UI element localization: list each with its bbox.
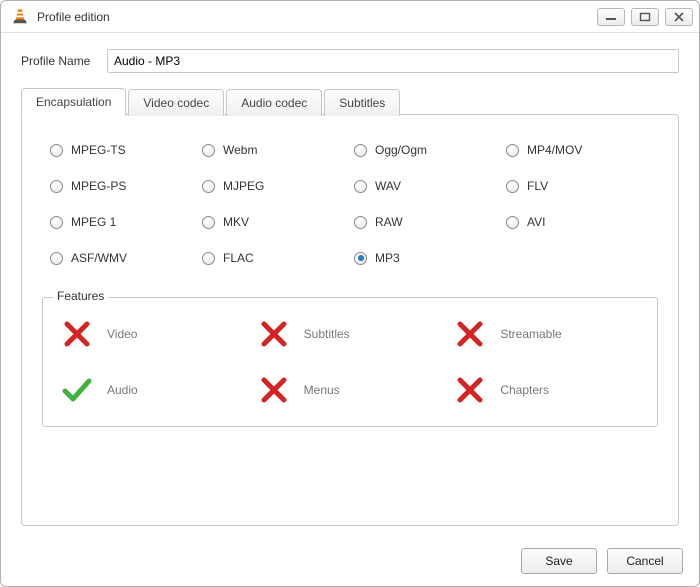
format-label: AVI xyxy=(527,215,545,229)
tab-panel-encapsulation: MPEG-TS Webm Ogg/Ogm MP4/MOV MPEG-PS MJPEG WAV… xyxy=(21,114,679,526)
check-icon xyxy=(61,376,93,404)
cross-icon xyxy=(258,376,290,404)
feature-label: Video xyxy=(107,327,137,341)
feature-video: Video xyxy=(61,320,246,348)
radio-icon xyxy=(354,180,367,193)
profile-name-input[interactable] xyxy=(107,49,679,73)
radio-icon xyxy=(506,216,519,229)
features-legend: Features xyxy=(53,289,108,303)
close-button[interactable] xyxy=(665,8,693,26)
radio-icon xyxy=(506,180,519,193)
feature-subtitles: Subtitles xyxy=(258,320,443,348)
format-label: RAW xyxy=(375,215,403,229)
feature-streamable: Streamable xyxy=(454,320,639,348)
format-label: MPEG-PS xyxy=(71,179,126,193)
cancel-button[interactable]: Cancel xyxy=(607,548,683,574)
cross-icon xyxy=(61,320,93,348)
tab-subtitles[interactable]: Subtitles xyxy=(324,89,400,116)
format-radio-grid: MPEG-TS Webm Ogg/Ogm MP4/MOV MPEG-PS MJPEG WAV… xyxy=(42,139,658,275)
tab-audio-codec[interactable]: Audio codec xyxy=(226,89,322,116)
cross-icon xyxy=(454,376,486,404)
format-radio-flv[interactable]: FLV xyxy=(506,179,650,193)
profile-name-row: Profile Name xyxy=(21,49,679,73)
format-radio-mpeg-ps[interactable]: MPEG-PS xyxy=(50,179,194,193)
titlebar: Profile edition xyxy=(1,1,699,33)
feature-label: Streamable xyxy=(500,327,561,341)
vlc-icon xyxy=(11,8,29,26)
cross-icon xyxy=(454,320,486,348)
format-radio-asf[interactable]: ASF/WMV xyxy=(50,251,194,265)
feature-label: Menus xyxy=(304,383,340,397)
format-radio-mpeg1[interactable]: MPEG 1 xyxy=(50,215,194,229)
window-title: Profile edition xyxy=(37,10,591,24)
format-radio-mjpeg[interactable]: MJPEG xyxy=(202,179,346,193)
radio-icon xyxy=(202,144,215,157)
radio-icon xyxy=(202,216,215,229)
dialog-window: Profile edition Profile Name Encapsulati… xyxy=(0,0,700,587)
format-label: MP4/MOV xyxy=(527,143,582,157)
tab-encapsulation[interactable]: Encapsulation xyxy=(21,88,126,116)
save-button[interactable]: Save xyxy=(521,548,597,574)
feature-audio: Audio xyxy=(61,376,246,404)
dialog-footer: Save Cancel xyxy=(1,538,699,586)
feature-label: Chapters xyxy=(500,383,549,397)
radio-icon xyxy=(50,144,63,157)
format-radio-mp4[interactable]: MP4/MOV xyxy=(506,143,650,157)
format-radio-wav[interactable]: WAV xyxy=(354,179,498,193)
minimize-button[interactable] xyxy=(597,8,625,26)
feature-chapters: Chapters xyxy=(454,376,639,404)
format-label: MKV xyxy=(223,215,249,229)
radio-icon xyxy=(50,180,63,193)
format-label: Ogg/Ogm xyxy=(375,143,427,157)
tab-label: Subtitles xyxy=(339,96,385,110)
feature-label: Subtitles xyxy=(304,327,350,341)
format-label: MP3 xyxy=(375,251,400,265)
format-label: MPEG-TS xyxy=(71,143,126,157)
format-label: ASF/WMV xyxy=(71,251,127,265)
format-label: Webm xyxy=(223,143,257,157)
tab-label: Audio codec xyxy=(241,96,307,110)
tab-label: Encapsulation xyxy=(36,95,111,109)
format-radio-ogg[interactable]: Ogg/Ogm xyxy=(354,143,498,157)
format-label: FLV xyxy=(527,179,548,193)
format-radio-avi[interactable]: AVI xyxy=(506,215,650,229)
format-label: MJPEG xyxy=(223,179,264,193)
radio-icon xyxy=(354,252,367,265)
format-label: WAV xyxy=(375,179,401,193)
radio-icon xyxy=(506,144,519,157)
format-label: MPEG 1 xyxy=(71,215,116,229)
radio-icon xyxy=(50,216,63,229)
features-group: Features VideoSubtitlesStreamableAudioMe… xyxy=(42,297,658,427)
format-radio-raw[interactable]: RAW xyxy=(354,215,498,229)
format-radio-webm[interactable]: Webm xyxy=(202,143,346,157)
radio-icon xyxy=(202,180,215,193)
format-radio-mkv[interactable]: MKV xyxy=(202,215,346,229)
radio-icon xyxy=(354,144,367,157)
tab-video-codec[interactable]: Video codec xyxy=(128,89,224,116)
format-radio-mp3[interactable]: MP3 xyxy=(354,251,498,265)
format-label: FLAC xyxy=(223,251,254,265)
tabstrip: Encapsulation Video codec Audio codec Su… xyxy=(21,87,679,115)
feature-menus: Menus xyxy=(258,376,443,404)
feature-label: Audio xyxy=(107,383,138,397)
radio-icon xyxy=(50,252,63,265)
format-radio-mpeg-ts[interactable]: MPEG-TS xyxy=(50,143,194,157)
cross-icon xyxy=(258,320,290,348)
tab-label: Video codec xyxy=(143,96,209,110)
maximize-button[interactable] xyxy=(631,8,659,26)
format-radio-flac[interactable]: FLAC xyxy=(202,251,346,265)
content-area: Profile Name Encapsulation Video codec A… xyxy=(1,33,699,538)
features-grid: Video Subtitles Streamable Audio Menus Chapte… xyxy=(61,320,639,404)
profile-name-label: Profile Name xyxy=(21,54,107,68)
radio-icon xyxy=(354,216,367,229)
radio-icon xyxy=(202,252,215,265)
